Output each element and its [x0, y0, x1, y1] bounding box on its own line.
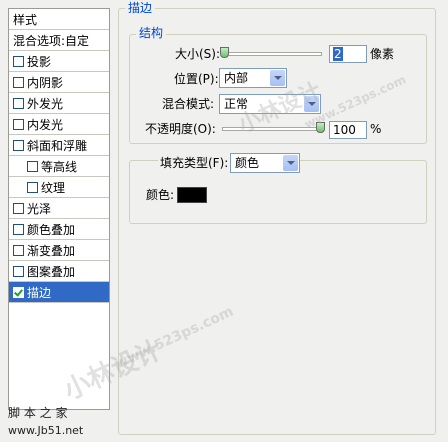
opacity-slider-track[interactable] — [222, 127, 322, 131]
style-item-gradient-overlay[interactable]: 渐变叠加 — [9, 240, 109, 261]
checkbox[interactable] — [27, 181, 38, 193]
styles-header[interactable]: 样式 — [9, 9, 109, 30]
style-item-satin[interactable]: 光泽 — [9, 198, 109, 219]
checkbox[interactable] — [27, 160, 38, 172]
opacity-unit: % — [370, 122, 382, 136]
checkbox[interactable] — [13, 244, 24, 256]
size-label: 大小(S): — [175, 47, 221, 61]
checkbox-checked[interactable] — [13, 286, 24, 298]
fill-type-label: 填充类型(F): — [158, 155, 231, 171]
chevron-down-icon — [273, 76, 282, 80]
stroke-section-title: 描边 — [125, 2, 156, 15]
chevron-down-icon — [286, 161, 295, 165]
style-item-contour[interactable]: 等高线 — [9, 156, 109, 177]
size-slider-track[interactable] — [222, 52, 322, 56]
checkbox[interactable] — [13, 76, 24, 88]
opacity-label: 不透明度(O): — [145, 122, 216, 136]
style-item-inner-glow[interactable]: 内发光 — [9, 114, 109, 135]
style-item-drop-shadow[interactable]: 投影 — [9, 51, 109, 72]
checkbox[interactable] — [13, 97, 24, 109]
fill-type-select[interactable]: 颜色 — [230, 153, 300, 173]
opacity-slider-thumb[interactable] — [316, 122, 325, 133]
watermark-site2-url: www.Jb51.net — [8, 424, 84, 437]
chevron-down-icon — [307, 102, 316, 106]
dropdown-button[interactable] — [270, 70, 285, 86]
style-item-inner-shadow[interactable]: 内阴影 — [9, 72, 109, 93]
position-select[interactable]: 内部 — [219, 68, 287, 88]
blend-options-item[interactable]: 混合选项:自定 — [9, 30, 109, 51]
structure-title: 结构 — [136, 27, 167, 40]
dropdown-button[interactable] — [283, 155, 298, 171]
checkbox[interactable] — [13, 265, 24, 277]
blend-mode-select[interactable]: 正常 — [219, 94, 321, 114]
style-item-texture[interactable]: 纹理 — [9, 177, 109, 198]
style-item-stroke[interactable]: 描边 — [9, 282, 109, 303]
size-slider-thumb[interactable] — [220, 47, 229, 58]
style-item-color-overlay[interactable]: 颜色叠加 — [9, 219, 109, 240]
checkbox[interactable] — [13, 55, 24, 67]
position-label: 位置(P): — [174, 72, 219, 86]
checkbox[interactable] — [13, 118, 24, 130]
checkbox[interactable] — [13, 223, 24, 235]
dropdown-button[interactable] — [304, 96, 319, 112]
color-swatch[interactable] — [177, 187, 207, 203]
blend-mode-label: 混合模式: — [162, 97, 215, 111]
style-item-outer-glow[interactable]: 外发光 — [9, 93, 109, 114]
style-item-bevel-emboss[interactable]: 斜面和浮雕 — [9, 135, 109, 156]
checkbox[interactable] — [13, 202, 24, 214]
style-item-pattern-overlay[interactable]: 图案叠加 — [9, 261, 109, 282]
styles-list: 样式 混合选项:自定 投影 内阴影 外发光 内发光 斜面和浮雕 等高线 纹理 光… — [8, 8, 110, 410]
color-label: 颜色: — [146, 188, 175, 202]
opacity-input[interactable]: 100 — [329, 121, 367, 139]
size-input[interactable]: 2 — [329, 45, 367, 63]
checkbox[interactable] — [13, 139, 24, 151]
size-unit: 像素 — [370, 47, 395, 61]
